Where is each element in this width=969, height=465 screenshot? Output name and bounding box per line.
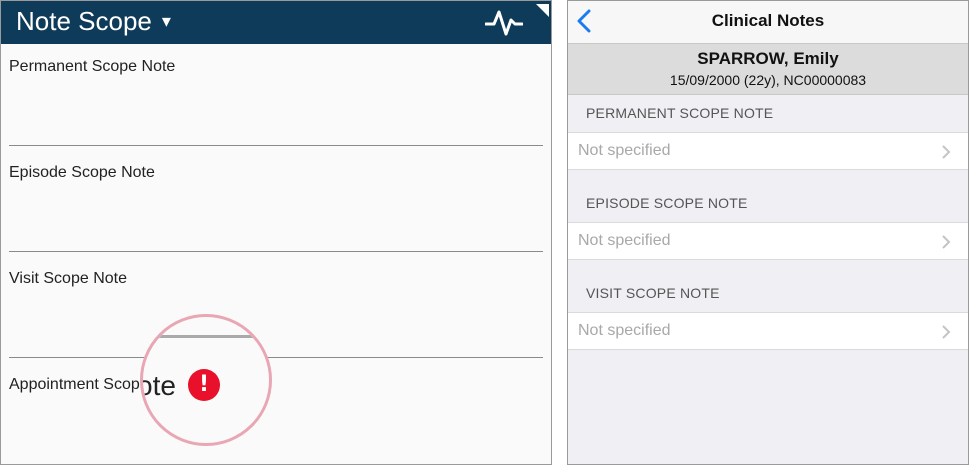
patient-name: SPARROW, Emily [697, 49, 839, 68]
pulse-icon[interactable] [485, 7, 523, 37]
zoom-underline [143, 335, 269, 338]
note-scope-title-dropdown[interactable]: Note Scope ▾ [16, 4, 171, 38]
visit-scope-note-row[interactable]: Not specified [568, 312, 968, 350]
visit-scope-note-value: Not specified [578, 322, 671, 339]
field-underline [9, 145, 543, 146]
visit-scope-note-header: VISIT SCOPE NOTE [586, 285, 720, 301]
nav-bar: Clinical Notes [568, 1, 968, 44]
note-scope-panel: Note Scope ▾ Permanent Scope Note Episode… [0, 0, 552, 465]
permanent-scope-note-field[interactable]: Permanent Scope Note [9, 57, 543, 146]
patient-banner: SPARROW, Emily 15/09/2000 (22y), NC00000… [568, 44, 968, 95]
error-icon: ! [188, 369, 220, 401]
chevron-right-icon [942, 235, 951, 249]
permanent-scope-note-label: Permanent Scope Note [9, 58, 176, 75]
chevron-left-icon[interactable] [576, 9, 592, 33]
caret-down-icon: ▾ [161, 11, 171, 31]
zoom-callout: ote ! [140, 314, 272, 446]
note-scope-header: Note Scope ▾ [1, 1, 551, 44]
episode-scope-note-value: Not specified [578, 232, 671, 249]
episode-scope-note-field[interactable]: Episode Scope Note [9, 163, 543, 252]
field-underline [9, 251, 543, 252]
episode-scope-note-row[interactable]: Not specified [568, 222, 968, 260]
permanent-scope-note-row[interactable]: Not specified [568, 132, 968, 170]
note-scope-title: Note Scope [16, 6, 152, 36]
patient-details: 15/09/2000 (22y), NC00000083 [669, 72, 867, 88]
nav-title: Clinical Notes [711, 11, 825, 30]
chevron-right-icon [942, 145, 951, 159]
episode-scope-note-label: Episode Scope Note [9, 164, 155, 181]
zoom-callout-text: ote [140, 370, 176, 401]
episode-scope-note-header: EPISODE SCOPE NOTE [586, 195, 748, 211]
visit-scope-note-field[interactable]: Visit Scope Note [9, 269, 543, 358]
appointment-scope-note-field[interactable]: Appointment Scope Note [9, 375, 543, 395]
permanent-scope-note-header: PERMANENT SCOPE NOTE [586, 105, 774, 121]
field-underline [9, 357, 543, 358]
visit-scope-note-label: Visit Scope Note [9, 270, 127, 287]
appointment-scope-note-label: Appointment Scope Note [9, 376, 187, 393]
permanent-scope-note-value: Not specified [578, 142, 671, 159]
chevron-right-icon [942, 325, 951, 339]
clinical-notes-screen: Clinical Notes SPARROW, Emily 15/09/2000… [567, 0, 969, 465]
corner-fold-icon [536, 4, 549, 17]
